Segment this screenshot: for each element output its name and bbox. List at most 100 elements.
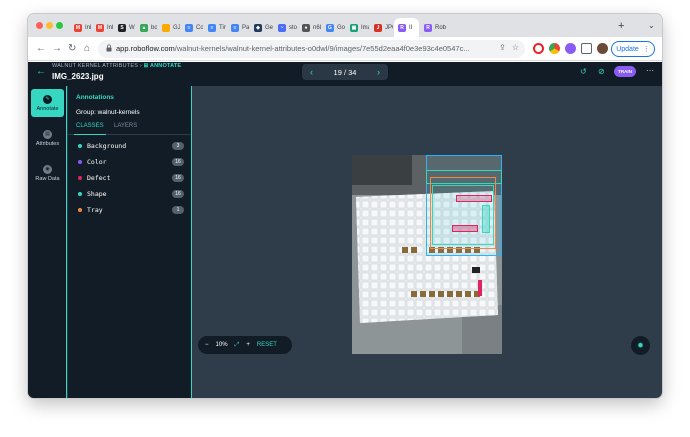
prev-image-button[interactable]: ‹ xyxy=(310,67,313,77)
tab-search-icon[interactable]: ⌄ xyxy=(648,21,655,30)
roboflow-extension-icon[interactable] xyxy=(565,43,576,54)
browser-tab[interactable]: ≡Corp xyxy=(181,18,203,37)
browser-window: MInboMInboSWha▲bordGJ A≡Corp≡Time≡Page◆G… xyxy=(28,14,662,398)
image-pager: ‹ 19 / 34 › xyxy=(302,64,388,80)
forward-arrow-icon[interactable]: → xyxy=(52,42,62,56)
github-icon: ● xyxy=(302,23,310,32)
class-color-dot xyxy=(78,176,82,180)
reload-icon[interactable]: ↻ xyxy=(68,42,76,56)
tab-label: Corp xyxy=(196,24,203,31)
bookmark-star-icon[interactable]: ☆ xyxy=(512,43,519,52)
zoom-reset-button[interactable]: RESET xyxy=(257,342,277,348)
class-item[interactable]: Tray 1 xyxy=(78,205,184,215)
browser-tab[interactable]: R Rob xyxy=(420,18,446,37)
settings-icon: ✹ xyxy=(637,341,644,350)
home-icon[interactable]: ⌂ xyxy=(84,42,90,56)
tab-label: Rob xyxy=(435,24,446,31)
bbox-defect[interactable] xyxy=(456,195,492,202)
update-button[interactable]: Update ⋮ xyxy=(611,41,655,57)
browser-tab[interactable]: ≡Page xyxy=(227,18,249,37)
browser-tab[interactable]: ≡Time xyxy=(204,18,226,37)
app-header: ← WALNUT KERNEL ATTRIBUTES › ⊞ ANNOTATE … xyxy=(28,62,662,86)
tab-label: Imag xyxy=(361,24,369,31)
lock-icon xyxy=(106,44,112,52)
browser-tab[interactable]: MInbo xyxy=(70,18,91,37)
browser-tab[interactable]: ◆Geo xyxy=(250,18,273,37)
tab-label: II xyxy=(409,24,413,31)
tab-classes[interactable]: CLASSES xyxy=(76,123,104,129)
rail-raw-data[interactable]: ◉ Raw Data xyxy=(31,159,64,187)
docs-icon: ≡ xyxy=(185,23,193,32)
annotated-image[interactable] xyxy=(352,155,502,354)
tab-label: stow xyxy=(289,24,297,31)
settings-fab[interactable]: ✹ xyxy=(631,336,650,355)
tab-label: Wha xyxy=(129,24,135,31)
tab-label: Inbo xyxy=(107,24,113,31)
zoom-window-button[interactable] xyxy=(56,22,63,29)
folder-icon xyxy=(162,23,170,32)
next-image-button[interactable]: › xyxy=(377,67,380,77)
sidepanel-icon[interactable] xyxy=(581,43,592,54)
browser-tab[interactable]: JJPG xyxy=(370,18,393,37)
browser-tab[interactable]: ●n68 xyxy=(298,18,321,37)
breadcrumb-separator: › xyxy=(139,63,142,69)
class-item[interactable]: Color 16 xyxy=(78,157,184,167)
tab-label: bord xyxy=(151,24,157,31)
tab-label: Inbo xyxy=(85,24,91,31)
new-tab-button[interactable]: + xyxy=(618,20,624,32)
tab-layers[interactable]: LAYERS xyxy=(114,123,137,129)
bbox-defect[interactable] xyxy=(452,225,478,232)
chrome-extension-icon[interactable] xyxy=(549,43,560,54)
history-icon[interactable]: ↺ xyxy=(580,67,587,76)
class-name: Defect xyxy=(87,174,111,182)
browser-tab[interactable]: SWha xyxy=(114,18,135,37)
close-window-button[interactable] xyxy=(36,22,43,29)
more-options-icon[interactable]: ⋯ xyxy=(646,66,654,75)
zoom-level: 10% xyxy=(215,342,228,348)
class-count-badge: 16 xyxy=(172,174,184,182)
browser-tab[interactable]: GGoo xyxy=(322,18,345,37)
image-icon: ▣ xyxy=(350,23,358,32)
fit-icon[interactable]: ⤢ xyxy=(235,342,240,349)
class-name: Color xyxy=(87,158,107,166)
browser-tab[interactable]: RII× xyxy=(394,18,419,37)
breadcrumb-project[interactable]: WALNUT KERNEL ATTRIBUTES xyxy=(52,63,138,69)
tab-label: Geo xyxy=(265,24,273,31)
left-rail: ✎ Annotate ▤ Attributes ◉ Raw Data xyxy=(28,86,67,398)
class-count-badge: 1 xyxy=(172,206,184,214)
panel-tabs: CLASSES LAYERS xyxy=(68,121,191,135)
browser-tab[interactable]: GJ A xyxy=(158,18,180,37)
minimize-window-button[interactable] xyxy=(46,22,53,29)
hide-annotations-icon[interactable]: ⊘ xyxy=(598,67,605,76)
roboflow-app: ← WALNUT KERNEL ATTRIBUTES › ⊞ ANNOTATE … xyxy=(28,62,662,398)
browser-tab[interactable]: ▲bord xyxy=(136,18,157,37)
rail-attributes[interactable]: ▤ Attributes xyxy=(31,124,64,152)
tab-label: JPG xyxy=(385,24,393,31)
rail-annotate[interactable]: ✎ Annotate xyxy=(31,89,64,117)
share-icon[interactable]: ⇪ xyxy=(499,43,506,52)
class-item[interactable]: Background 3 xyxy=(78,141,184,151)
browser-tab[interactable]: ~stow xyxy=(274,18,297,37)
active-tab-indicator xyxy=(74,134,106,135)
bbox-shape[interactable] xyxy=(482,205,490,233)
browser-tab[interactable]: MInbo xyxy=(92,18,113,37)
train-button[interactable]: TRAIN xyxy=(614,66,636,77)
class-item[interactable]: Shape 16 xyxy=(78,189,184,199)
browser-toolbar: ← → ↻ ⌂ app.roboflow.com/walnut-kernels/… xyxy=(28,37,662,61)
back-arrow-icon[interactable]: ← xyxy=(36,42,46,56)
zoom-in-button[interactable]: + xyxy=(246,342,250,348)
profile-avatar[interactable] xyxy=(597,43,608,54)
annotate-icon: ✎ xyxy=(43,94,52,104)
address-bar[interactable]: app.roboflow.com/walnut-kernels/walnut-k… xyxy=(98,40,525,58)
class-count-badge: 3 xyxy=(172,142,184,150)
class-name: Background xyxy=(87,142,127,150)
tab-label: Page xyxy=(242,24,249,31)
class-item[interactable]: Defect 16 xyxy=(78,173,184,183)
tab-label: Goo xyxy=(337,24,345,31)
tab-label: n68 xyxy=(313,24,321,31)
back-arrow-icon[interactable]: ← xyxy=(36,66,46,77)
jpg-icon: J xyxy=(374,23,382,32)
zoom-out-button[interactable]: − xyxy=(205,342,209,348)
opera-extension-icon[interactable] xyxy=(533,43,544,54)
browser-tab[interactable]: ▣Imag xyxy=(346,18,369,37)
